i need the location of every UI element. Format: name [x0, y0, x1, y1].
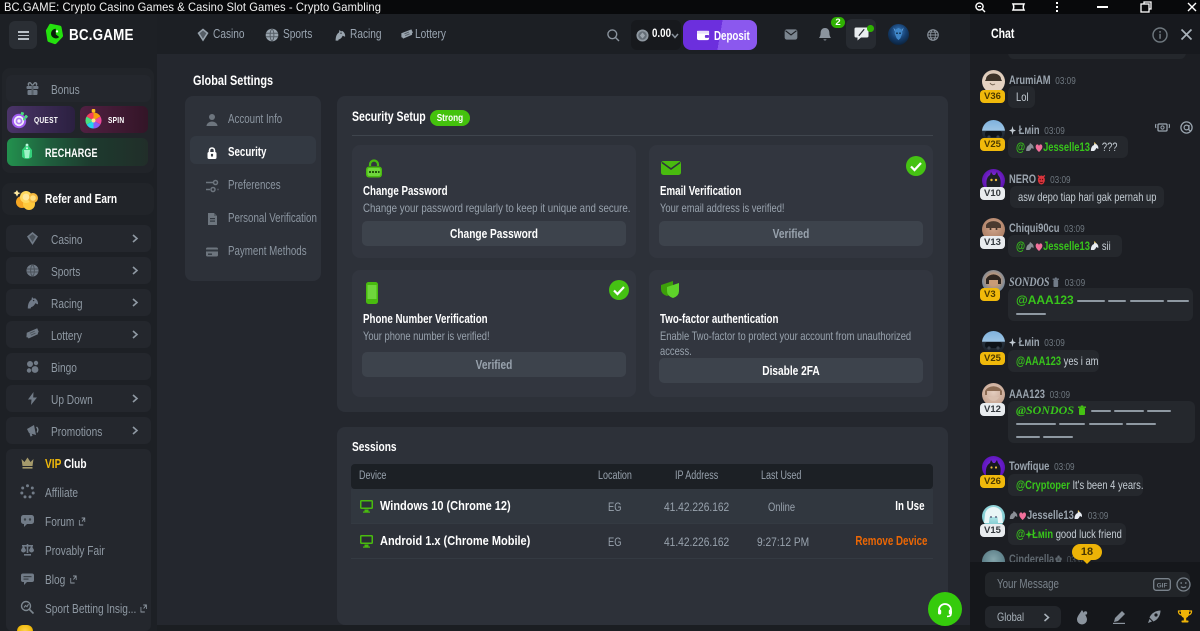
svg-text:GIF: GIF	[1157, 583, 1168, 590]
